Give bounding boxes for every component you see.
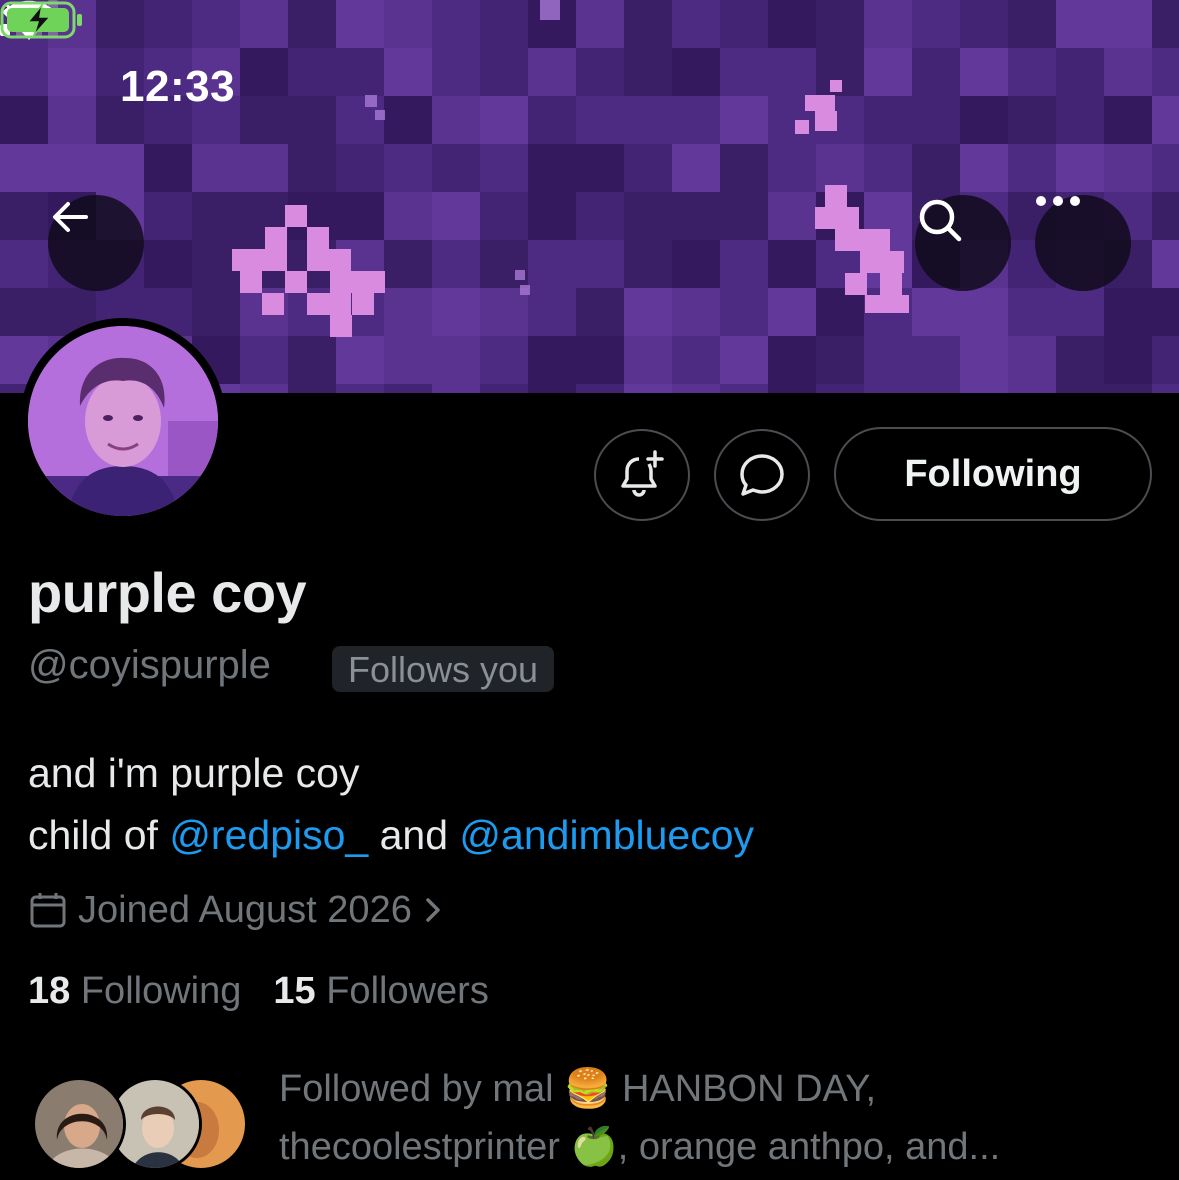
following-count-link[interactable]: 18 Following (28, 970, 241, 1013)
following-label: Following (80, 970, 242, 1012)
followed-by-text[interactable]: Followed by mal 🍔 HANBON DAY, thecoolest… (279, 1060, 1159, 1176)
follows-you-badge: Follows you (332, 646, 555, 692)
more-horizontal-icon (1036, 196, 1080, 206)
chevron-right-icon (426, 898, 440, 922)
search-button[interactable] (915, 195, 1011, 291)
followed-by-avatars[interactable] (32, 1077, 252, 1173)
followed-by-line-2: thecoolestprinter 🍏, orange anthpo, and.… (279, 1126, 1001, 1168)
bio-line-1: and i'm purple coy (28, 750, 360, 796)
avatar-photo (28, 326, 218, 516)
followed-by-line-1: Followed by mal 🍔 HANBON DAY, (279, 1068, 877, 1110)
mention-link-andimbluecoy[interactable]: @andimbluecoy (459, 812, 754, 858)
joined-date-row[interactable]: Joined August 2026 (28, 885, 444, 935)
profile-screen: 12:33 Following purple coy @coyispurple … (0, 0, 1179, 1180)
joined-text: Joined August 2026 (78, 888, 412, 931)
message-button[interactable] (714, 429, 810, 521)
following-count: 18 (28, 970, 71, 1012)
bell-plus-icon (621, 450, 664, 497)
followers-count-link[interactable]: 15 Followers (273, 970, 488, 1013)
chat-bubble-icon (740, 454, 784, 496)
arrow-left-icon (53, 202, 88, 232)
bio-prefix: child of (28, 812, 170, 858)
followers-count: 15 (273, 970, 316, 1012)
battery-charging-icon (0, 1, 82, 39)
bio-line-2: child of @redpiso_ and @andimbluecoy (28, 804, 1148, 866)
calendar-icon (30, 893, 66, 928)
profile-avatar[interactable] (28, 326, 218, 516)
back-button[interactable] (48, 195, 144, 291)
following-button[interactable]: Following (834, 427, 1152, 521)
mention-link-redpiso[interactable]: @redpiso_ (169, 812, 368, 858)
handle: @coyispurple (28, 643, 271, 687)
search-icon (919, 199, 962, 242)
status-time: 12:33 (120, 62, 236, 111)
display-name: purple coy (28, 561, 307, 624)
notify-button[interactable] (594, 429, 690, 521)
avatar (32, 1077, 126, 1171)
bio: and i'm purple coy child of @redpiso_ an… (28, 742, 1148, 866)
follow-stats: 18 Following 15 Followers (28, 970, 489, 1013)
followers-label: Followers (326, 970, 489, 1012)
more-button[interactable] (1035, 195, 1131, 291)
bio-and: and (368, 812, 460, 858)
